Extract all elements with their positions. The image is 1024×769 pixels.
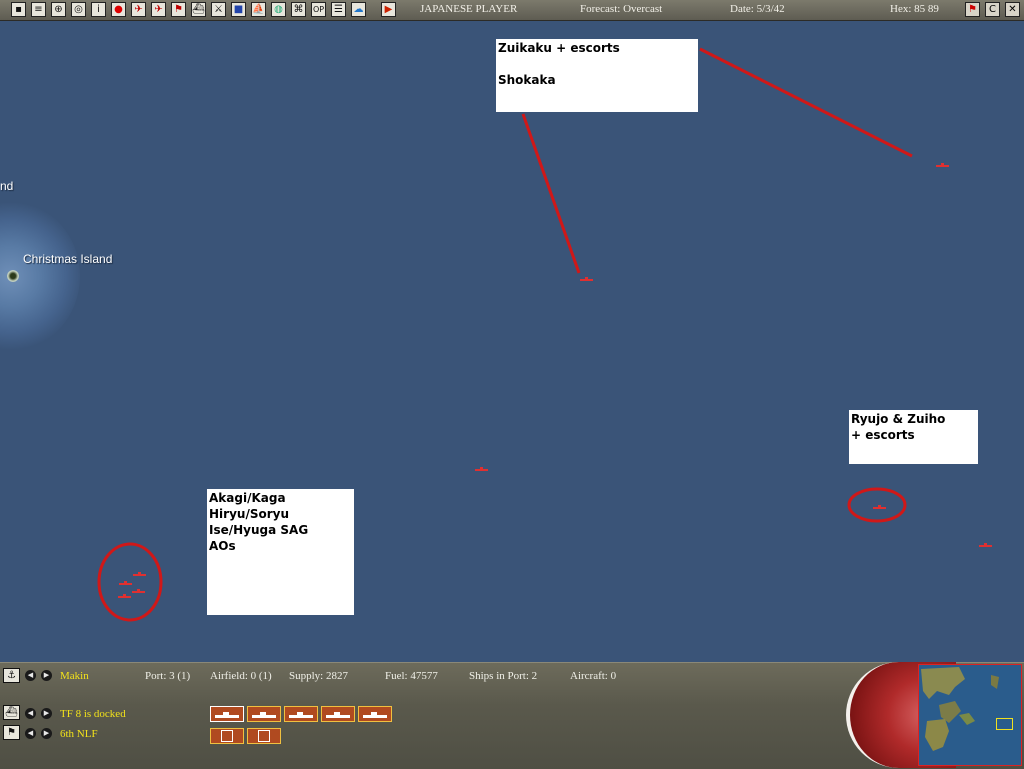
document-icon[interactable]: ≡ (31, 2, 46, 17)
globe-icon[interactable]: ◍ (271, 2, 286, 17)
taskforce-status[interactable]: TF 8 is docked (60, 708, 126, 720)
taskforce-marker[interactable] (119, 581, 132, 585)
taskforce-marker[interactable] (475, 467, 488, 471)
air-unit-icon[interactable]: ✈ (131, 2, 146, 17)
ship-button[interactable] (358, 706, 392, 722)
unit-name[interactable]: 6th NLF (60, 728, 98, 740)
japan-flag-icon[interactable]: ● (111, 2, 126, 17)
unit-flag-icon[interactable]: ⚑ (3, 725, 20, 740)
aircraft-transfer-icon[interactable]: ⊕ (51, 2, 66, 17)
territory-icon[interactable]: ■ (231, 2, 246, 17)
airfield-stat: Airfield: 0 (1) (210, 670, 272, 682)
player-label: JAPANESE PLAYER (420, 3, 518, 15)
ship-button[interactable] (284, 706, 318, 722)
ship-icon[interactable]: ⛴ (191, 2, 206, 17)
taskforce-marker[interactable] (118, 594, 131, 598)
minimap[interactable] (918, 664, 1022, 766)
ground-unit-icon[interactable]: ⚔ (211, 2, 226, 17)
forecast-label: Forecast: Overcast (580, 3, 663, 15)
taskforce-marker[interactable] (979, 543, 992, 547)
hex-label: Hex: 85 89 (890, 3, 939, 15)
ships-in-port-stat: Ships in Port: 2 (469, 670, 538, 682)
taskforce-icon[interactable]: ⛵ (251, 2, 266, 17)
date-label: Date: 5/3/42 (730, 3, 785, 15)
fleet-icon[interactable]: ◎ (71, 2, 86, 17)
aircraft-stat: Aircraft: 0 (570, 670, 617, 682)
intel-icon[interactable]: ⌘ (291, 2, 306, 17)
taskforce-marker[interactable] (132, 589, 145, 593)
minimap-land (921, 667, 999, 751)
map-annotations (97, 47, 913, 622)
next-unit-button[interactable]: ▶ (41, 728, 52, 739)
op-icon[interactable]: OP (311, 2, 326, 17)
end-turn-icon[interactable]: ▶ (381, 2, 396, 17)
base-name[interactable]: Makin (60, 670, 89, 682)
ship-button[interactable] (247, 706, 281, 722)
next-taskforce-button[interactable]: ▶ (41, 708, 52, 719)
taskforce-icon[interactable]: ⛴ (3, 705, 20, 720)
info-icon[interactable]: i (91, 2, 106, 17)
taskforce-marker[interactable] (133, 572, 146, 576)
taskforce-marker[interactable] (873, 505, 886, 509)
report-icon[interactable]: ☰ (331, 2, 346, 17)
pointer-line (521, 113, 581, 274)
ocean-map[interactable]: nd Christmas Island Zuikaku + escorts Sh… (0, 21, 1024, 662)
infantry-unit-button[interactable] (210, 728, 244, 744)
taskforce-marker[interactable] (936, 163, 949, 167)
base-force-button[interactable] (247, 728, 281, 744)
flag-toggle-icon[interactable]: ⚑ (965, 2, 980, 17)
air-group-icon[interactable]: ✈ (151, 2, 166, 17)
prev-base-button[interactable]: ◀ (25, 670, 36, 681)
save-icon[interactable]: ▪ (11, 2, 26, 17)
ship-button[interactable] (210, 706, 244, 722)
prev-unit-button[interactable]: ◀ (25, 728, 36, 739)
cloud-icon[interactable]: ☁ (351, 2, 366, 17)
supply-stat: Supply: 2827 (289, 670, 348, 682)
anchor-icon[interactable]: ⚓ (3, 668, 20, 683)
ship-button[interactable] (321, 706, 355, 722)
c-button-icon[interactable]: C (985, 2, 1000, 17)
next-base-button[interactable]: ▶ (41, 670, 52, 681)
prev-taskforce-button[interactable]: ◀ (25, 708, 36, 719)
fuel-stat: Fuel: 47577 (385, 670, 438, 682)
top-toolbar: ▪ ≡ ⊕ ◎ i ● ✈ ✈ ⚑ ⛴ ⚔ ■ ⛵ ◍ ⌘ OP ☰ ☁ ▶ J… (0, 0, 1024, 21)
pointer-line (699, 47, 913, 158)
taskforce-marker[interactable] (580, 277, 593, 281)
flag-icon[interactable]: ⚑ (171, 2, 186, 17)
port-stat: Port: 3 (1) (145, 670, 191, 682)
close-icon[interactable]: ✕ (1005, 2, 1020, 17)
minimap-viewport[interactable] (996, 718, 1013, 730)
